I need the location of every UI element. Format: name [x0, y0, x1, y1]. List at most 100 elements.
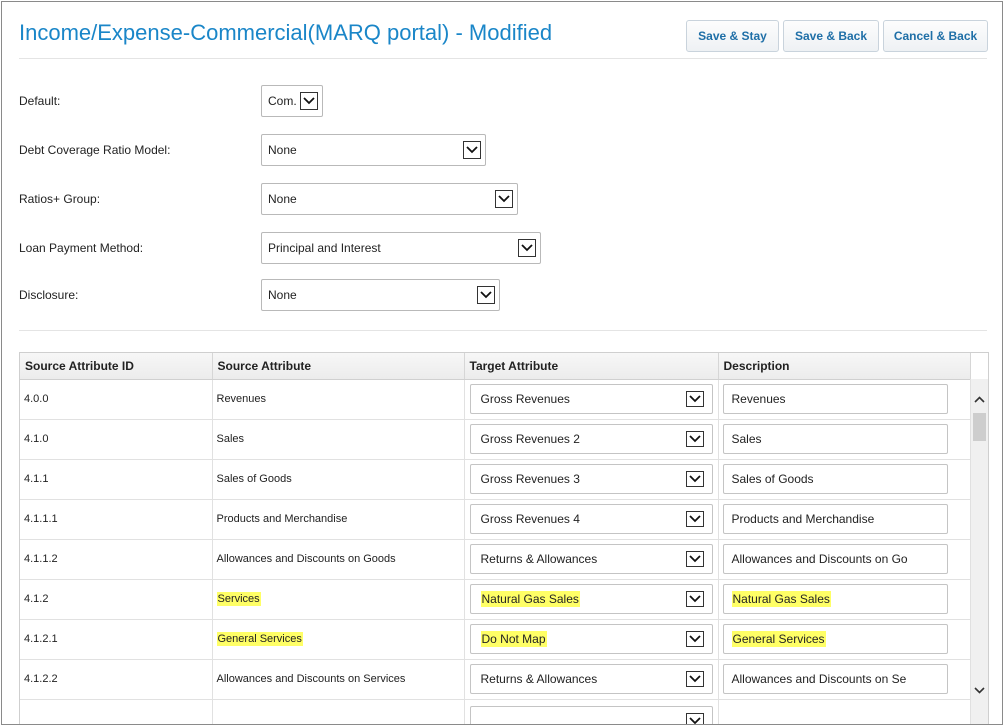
scrollbar-thumb[interactable] — [973, 413, 986, 441]
source-attribute: Products and Merchandise — [216, 513, 348, 525]
page-title: Income/Expense-Commercial(MARQ portal) -… — [19, 20, 553, 45]
chevron-down-icon — [685, 631, 704, 647]
dcr-model-select[interactable]: None — [261, 134, 486, 166]
description-cell: Sales — [718, 419, 971, 460]
target-attribute-select[interactable]: Natural Gas Sales — [469, 584, 713, 614]
mapping-grid: Source Attribute ID Source Attribute Tar… — [20, 353, 971, 724]
default-label: Default: — [19, 94, 61, 108]
target-attribute-cell: Returns & Allowances — [464, 659, 719, 700]
source-id-cell: 4.1.1.1 — [20, 499, 213, 540]
source-attribute: General Services — [216, 632, 303, 646]
ratios-group-select-value: None — [268, 192, 297, 206]
source-id-cell: 4.1.2 — [20, 579, 213, 620]
chevron-down-icon — [518, 239, 536, 257]
target-attribute-cell: Do Not Map — [464, 619, 719, 660]
description-cell: Sales of Goods — [718, 459, 971, 500]
target-attribute-select[interactable]: Gross Revenues 4 — [469, 504, 713, 534]
description-input[interactable]: General Services — [722, 624, 948, 654]
chevron-down-icon[interactable] — [971, 682, 988, 699]
target-attribute-cell: Gross Revenues — [464, 379, 719, 420]
save-back-button[interactable]: Save & Back — [783, 20, 879, 52]
target-attribute-select[interactable] — [469, 705, 713, 724]
source-attribute-cell: Allowances and Discounts on Services — [212, 659, 465, 700]
description-value: Sales — [731, 432, 762, 446]
target-attribute-select[interactable]: Do Not Map — [469, 624, 713, 654]
source-id-cell: 4.1.2.1 — [20, 619, 213, 660]
target-attribute-cell: Natural Gas Sales — [464, 579, 719, 620]
source-attribute: Allowances and Discounts on Services — [216, 673, 406, 685]
description-value: Natural Gas Sales — [731, 591, 831, 607]
ratios-group-select[interactable]: None — [261, 183, 518, 215]
description-input[interactable]: Sales — [722, 424, 948, 454]
page-header: Income/Expense-Commercial(MARQ portal) -… — [2, 2, 1002, 60]
table-row: 4.1.2.1 General Services Do Not Map General… — [20, 619, 971, 660]
target-attribute-value: Natural Gas Sales — [480, 591, 580, 607]
target-attribute-value: Gross Revenues 4 — [480, 512, 580, 526]
save-stay-button[interactable]: Save & Stay — [686, 20, 779, 52]
source-id: 4.1.1.1 — [24, 513, 58, 525]
source-attribute: Revenues — [216, 393, 267, 405]
chevron-down-icon — [685, 551, 704, 567]
source-id: 4.1.1.2 — [24, 553, 58, 565]
column-header-description[interactable]: Description — [718, 353, 971, 380]
target-attribute-value: Returns & Allowances — [480, 552, 598, 566]
chevron-down-icon — [685, 712, 704, 724]
table-row: 4.0.0 Revenues Gross Revenues Revenues — [20, 379, 971, 420]
description-input[interactable]: Natural Gas Sales — [722, 584, 948, 614]
source-id-cell: 4.0.0 — [20, 379, 213, 420]
dcr-model-select-value: None — [268, 143, 297, 157]
disclosure-label: Disclosure: — [19, 288, 79, 302]
source-id-cell — [20, 699, 213, 724]
target-attribute-value: Gross Revenues — [480, 392, 570, 406]
target-attribute-select[interactable]: Gross Revenues 2 — [469, 424, 713, 454]
source-attribute-cell: Sales — [212, 419, 465, 460]
description-input[interactable]: Revenues — [722, 384, 948, 414]
cancel-back-button[interactable]: Cancel & Back — [883, 20, 988, 52]
mapping-table: Source Attribute ID Source Attribute Tar… — [19, 352, 989, 724]
source-attribute-cell: Services — [212, 579, 465, 620]
target-attribute-select[interactable]: Returns & Allowances — [469, 544, 713, 574]
source-attribute-cell: General Services — [212, 619, 465, 660]
source-id-cell: 4.1.1.2 — [20, 539, 213, 580]
source-id: 4.1.0 — [24, 433, 49, 445]
target-attribute-cell — [464, 699, 719, 724]
source-attribute: Services — [216, 592, 261, 606]
description-input[interactable]: Allowances and Discounts on Se — [722, 664, 948, 694]
column-header-target-attribute[interactable]: Target Attribute — [464, 353, 719, 380]
source-attribute: Allowances and Discounts on Goods — [216, 553, 396, 565]
chevron-down-icon — [477, 286, 495, 304]
dcr-model-label: Debt Coverage Ratio Model: — [19, 143, 171, 157]
description-cell — [718, 699, 971, 724]
source-id: 4.1.2 — [24, 593, 49, 605]
source-id: 4.1.1 — [24, 473, 49, 485]
target-attribute-select[interactable]: Returns & Allowances — [469, 664, 713, 694]
target-attribute-cell: Returns & Allowances — [464, 539, 719, 580]
disclosure-select[interactable]: None — [261, 279, 500, 311]
description-input[interactable]: Sales of Goods — [722, 464, 948, 494]
source-attribute-cell: Revenues — [212, 379, 465, 420]
description-value: Products and Merchandise — [731, 512, 875, 526]
loan-payment-select[interactable]: Principal and Interest — [261, 232, 541, 264]
description-cell: Natural Gas Sales — [718, 579, 971, 620]
source-attribute: Sales of Goods — [216, 473, 292, 485]
chevron-up-icon[interactable] — [971, 391, 988, 408]
column-header-source-id[interactable]: Source Attribute ID — [20, 353, 213, 380]
description-input[interactable]: Allowances and Discounts on Go — [722, 544, 948, 574]
loan-payment-select-value: Principal and Interest — [268, 241, 381, 255]
description-value: Revenues — [731, 392, 786, 406]
default-select[interactable]: Com. — [261, 85, 323, 117]
column-header-source-attribute[interactable]: Source Attribute — [212, 353, 465, 380]
table-row: 4.1.1 Sales of Goods Gross Revenues 3 Sales… — [20, 459, 971, 500]
source-attribute-cell: Sales of Goods — [212, 459, 465, 500]
target-attribute-cell: Gross Revenues 3 — [464, 459, 719, 500]
table-row: 4.1.0 Sales Gross Revenues 2 Sales — [20, 419, 971, 460]
chevron-down-icon — [463, 141, 481, 159]
source-id-cell: 4.1.2.2 — [20, 659, 213, 700]
target-attribute-select[interactable]: Gross Revenues — [469, 384, 713, 414]
vertical-scrollbar[interactable] — [970, 379, 988, 724]
form-divider — [19, 330, 987, 331]
target-attribute-select[interactable]: Gross Revenues 3 — [469, 464, 713, 494]
target-attribute-cell: Gross Revenues 2 — [464, 419, 719, 460]
description-input[interactable]: Products and Merchandise — [722, 504, 948, 534]
source-attribute: Sales — [216, 433, 245, 445]
